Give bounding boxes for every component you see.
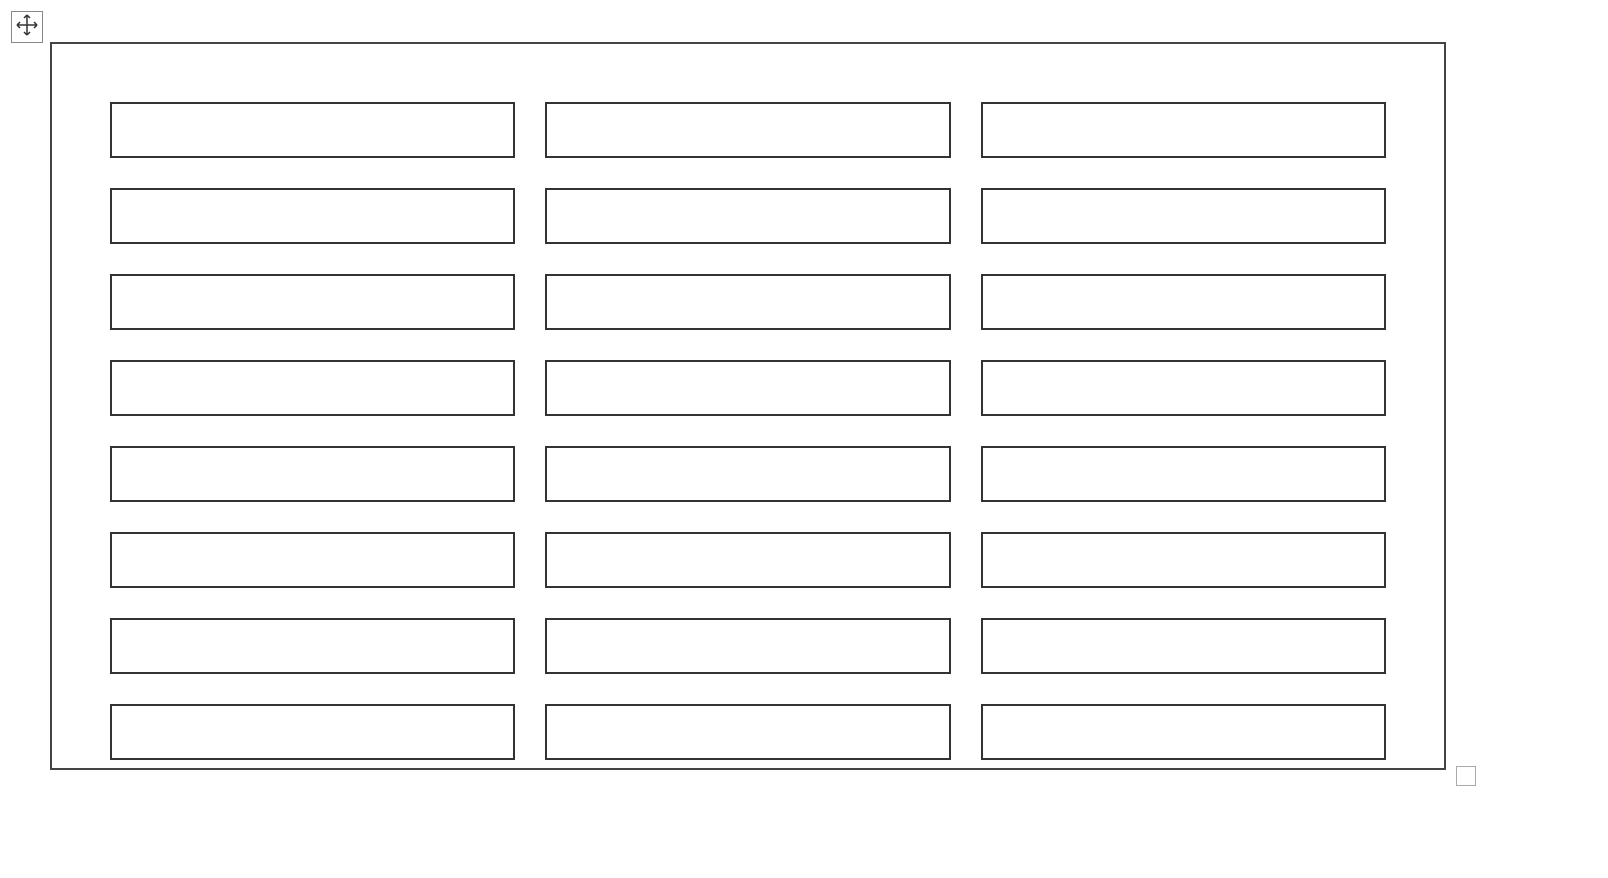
table-cell[interactable] bbox=[110, 274, 515, 330]
table-cell[interactable] bbox=[110, 188, 515, 244]
table-row[interactable] bbox=[110, 188, 1386, 244]
table-cell[interactable] bbox=[110, 360, 515, 416]
table-cell[interactable] bbox=[981, 102, 1386, 158]
table-cell[interactable] bbox=[110, 102, 515, 158]
table-cell[interactable] bbox=[545, 446, 950, 502]
table-row[interactable] bbox=[110, 102, 1386, 158]
table-row[interactable] bbox=[110, 446, 1386, 502]
move-handle[interactable] bbox=[11, 11, 43, 43]
table-row[interactable] bbox=[110, 274, 1386, 330]
table-row[interactable] bbox=[110, 618, 1386, 674]
table-cell[interactable] bbox=[545, 360, 950, 416]
table-cell[interactable] bbox=[110, 532, 515, 588]
table-cell[interactable] bbox=[981, 704, 1386, 760]
table-row[interactable] bbox=[110, 704, 1386, 760]
table-cell[interactable] bbox=[545, 618, 950, 674]
table-cell[interactable] bbox=[110, 618, 515, 674]
move-icon bbox=[15, 13, 39, 42]
table-cell[interactable] bbox=[545, 188, 950, 244]
table-cell[interactable] bbox=[981, 532, 1386, 588]
table-cell[interactable] bbox=[981, 618, 1386, 674]
resize-handle[interactable] bbox=[1456, 766, 1476, 786]
table-cell[interactable] bbox=[545, 532, 950, 588]
table-cell[interactable] bbox=[110, 704, 515, 760]
table-cell[interactable] bbox=[981, 446, 1386, 502]
table-cell[interactable] bbox=[981, 360, 1386, 416]
grid-table[interactable] bbox=[80, 72, 1416, 790]
table-cell[interactable] bbox=[981, 188, 1386, 244]
table-container[interactable] bbox=[50, 42, 1446, 770]
table-cell[interactable] bbox=[545, 274, 950, 330]
table-row[interactable] bbox=[110, 532, 1386, 588]
table-cell[interactable] bbox=[981, 274, 1386, 330]
table-cell[interactable] bbox=[545, 102, 950, 158]
table-cell[interactable] bbox=[110, 446, 515, 502]
table-row[interactable] bbox=[110, 360, 1386, 416]
table-cell[interactable] bbox=[545, 704, 950, 760]
